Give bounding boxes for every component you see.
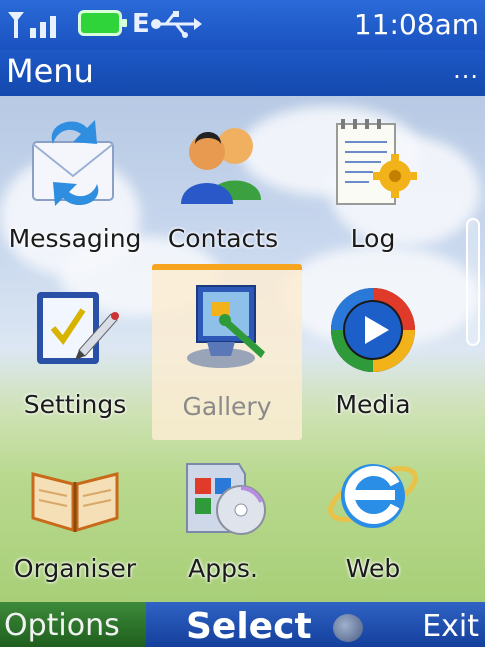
scrollbar[interactable] <box>466 218 480 346</box>
menu-item-gallery[interactable]: Gallery <box>152 264 302 440</box>
menu-item-label: Contacts <box>167 224 279 253</box>
menu-item-label: Log <box>350 224 396 253</box>
menu-item-settings[interactable]: Settings <box>0 272 150 442</box>
signal-strength-icon <box>8 12 56 38</box>
select-softkey[interactable]: Select <box>186 602 312 647</box>
exit-softkey[interactable]: Exit <box>422 602 479 647</box>
usb-icon <box>151 11 202 38</box>
menu-item-label: Messaging <box>8 224 142 253</box>
gallery-icon <box>187 285 265 368</box>
menu-item-label: Web <box>345 554 401 583</box>
phone-screen: E 11:08am Menu ... Messaging Contacts Lo… <box>0 0 485 647</box>
menu-item-label: Apps. <box>188 554 258 583</box>
organiser-icon <box>31 472 119 533</box>
menu-item-media[interactable]: Media <box>298 272 448 442</box>
menu-item-organiser[interactable]: Organiser <box>0 436 150 606</box>
menu-item-contacts[interactable]: Contacts <box>148 106 298 276</box>
menu-item-label: Media <box>335 390 411 419</box>
menu-item-label: Gallery <box>182 392 272 421</box>
navigation-key-icon <box>333 614 363 642</box>
softkey-bar: Options Select Exit <box>0 602 485 647</box>
battery-icon <box>78 10 127 36</box>
menu-item-apps[interactable]: Apps. <box>148 436 298 606</box>
settings-icon <box>37 292 119 364</box>
page-title: Menu <box>6 52 94 90</box>
clock: 11:08am <box>353 8 479 41</box>
web-icon <box>328 464 418 528</box>
apps-icon <box>186 463 266 535</box>
menu-item-label: Settings <box>23 390 127 419</box>
log-icon <box>336 119 417 205</box>
menu-item-log[interactable]: Log <box>298 106 448 276</box>
menu-item-messaging[interactable]: Messaging <box>0 106 150 276</box>
network-mode-indicator: E <box>132 9 150 39</box>
contacts-icon <box>181 128 261 204</box>
menu-item-label: Organiser <box>13 554 137 583</box>
messaging-icon <box>32 120 114 206</box>
media-icon <box>331 288 415 372</box>
options-softkey[interactable]: Options <box>0 602 146 647</box>
status-bar: E 11:08am <box>0 0 485 50</box>
menu-item-web[interactable]: Web <box>298 436 448 606</box>
more-indicator: ... <box>453 56 479 84</box>
title-bar: Menu ... <box>0 50 485 96</box>
